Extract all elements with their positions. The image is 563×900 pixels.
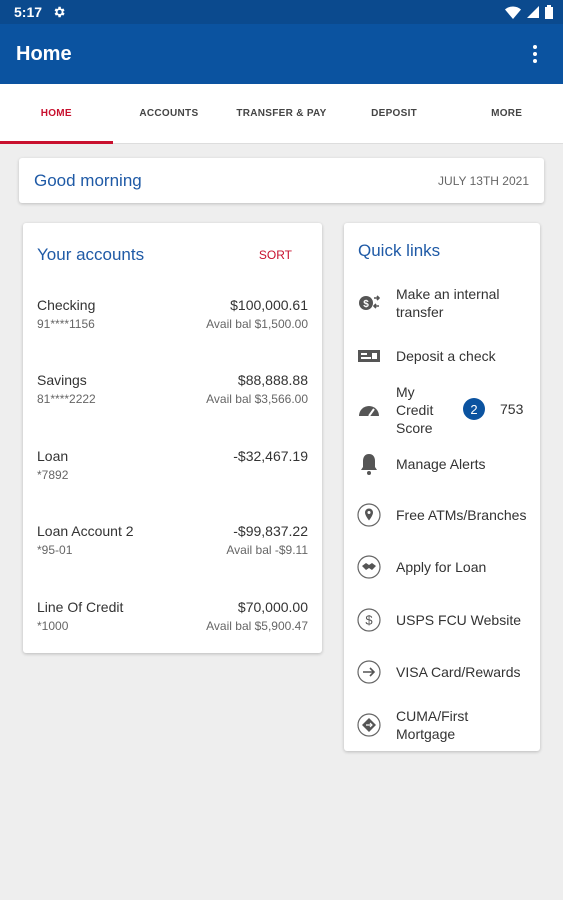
- account-number: *1000: [37, 619, 69, 633]
- accounts-title: Your accounts: [37, 245, 145, 264]
- quick-link-label: Free ATMs/Branches: [396, 507, 527, 523]
- greeting-card: Good morning JULY 13TH 2021: [19, 158, 544, 203]
- signal-icon: [527, 6, 539, 18]
- svg-text:$: $: [363, 299, 369, 310]
- account-number: 91****1156: [37, 317, 95, 331]
- transfer-icon: $: [356, 290, 382, 316]
- gauge-icon: [356, 397, 382, 423]
- account-name: Loan: [37, 448, 69, 464]
- account-row-line-of-credit[interactable]: Line Of Credit *1000 $70,000.00 Avail ba…: [37, 599, 308, 649]
- quick-link-atms-branches[interactable]: Free ATMs/Branches: [356, 502, 540, 528]
- tab-transfer-pay[interactable]: TRANSFER & PAY: [225, 84, 338, 143]
- quick-link-label: Apply for Loan: [396, 559, 487, 575]
- account-balance: $100,000.61: [230, 297, 308, 313]
- status-bar: 5:17: [0, 0, 563, 24]
- account-available-balance: Avail bal $3,566.00: [206, 392, 308, 406]
- account-name: Checking: [37, 297, 96, 313]
- quick-link-internal-transfer[interactable]: $ Make an internal transfer: [356, 285, 540, 321]
- account-number: *7892: [37, 468, 69, 482]
- wifi-icon: [505, 5, 521, 19]
- quick-links-title: Quick links: [358, 241, 441, 260]
- account-row-checking[interactable]: Checking 91****1156 $100,000.61 Avail ba…: [37, 297, 308, 347]
- account-available-balance: Avail bal -$9.11: [226, 543, 308, 557]
- quick-link-usps-fcu-website[interactable]: $ USPS FCU Website: [356, 607, 540, 633]
- account-row-savings[interactable]: Savings 81****2222 $88,888.88 Avail bal …: [37, 372, 308, 422]
- app-bar: Home: [0, 24, 563, 84]
- credit-score-badge: 2: [463, 398, 485, 420]
- quick-link-label: Manage Alerts: [396, 456, 486, 472]
- account-name: Line Of Credit: [37, 599, 124, 615]
- quick-link-label: VISA Card/Rewards: [396, 664, 521, 680]
- tab-more[interactable]: MORE: [450, 84, 563, 143]
- account-row-loan[interactable]: Loan *7892 -$32,467.19: [37, 448, 308, 498]
- credit-score-value: 753: [500, 401, 524, 417]
- account-row-loan-account-2[interactable]: Loan Account 2 *95-01 -$99,837.22 Avail …: [37, 523, 308, 573]
- tab-accounts[interactable]: ACCOUNTS: [113, 84, 226, 143]
- account-available-balance: Avail bal $1,500.00: [206, 317, 308, 331]
- account-available-balance: Avail bal $5,900.47: [206, 619, 308, 633]
- dollar-circle-icon: $: [356, 607, 382, 633]
- quick-link-cuma-mortgage[interactable]: CUMA/First Mortgage: [356, 707, 540, 743]
- quick-link-label: CUMA/First Mortgage: [396, 708, 469, 742]
- quick-link-label: USPS FCU Website: [396, 612, 521, 628]
- status-time: 5:17: [14, 4, 43, 20]
- quick-link-manage-alerts[interactable]: Manage Alerts: [356, 451, 540, 477]
- account-balance: -$32,467.19: [233, 448, 308, 464]
- quick-link-label: My Credit Score: [396, 384, 434, 436]
- account-number: *95-01: [37, 543, 73, 557]
- tab-home[interactable]: HOME: [0, 84, 113, 144]
- quick-link-apply-loan[interactable]: Apply for Loan: [356, 554, 540, 580]
- account-number: 81****2222: [37, 392, 96, 406]
- arrow-right-circle-icon: [356, 659, 382, 685]
- battery-icon: [545, 5, 553, 19]
- account-name: Savings: [37, 372, 87, 388]
- handshake-icon: [356, 554, 382, 580]
- quick-links-card: Quick links $ Make an internal transfer …: [344, 223, 540, 751]
- tab-bar: HOME ACCOUNTS TRANSFER & PAY DEPOSIT MOR…: [0, 84, 563, 144]
- overflow-menu-icon[interactable]: [523, 42, 547, 66]
- check-deposit-icon: [356, 343, 382, 369]
- mortgage-icon: [356, 712, 382, 738]
- page-title: Home: [16, 42, 72, 65]
- accounts-card: Your accounts SORT Checking 91****1156 $…: [23, 223, 322, 653]
- tab-deposit[interactable]: DEPOSIT: [338, 84, 451, 143]
- quick-link-deposit-check[interactable]: Deposit a check: [356, 343, 540, 369]
- sort-button[interactable]: SORT: [259, 248, 292, 262]
- account-balance: $70,000.00: [237, 599, 308, 615]
- svg-text:$: $: [365, 613, 373, 628]
- quick-link-visa-rewards[interactable]: VISA Card/Rewards: [356, 659, 540, 685]
- quick-link-label: Deposit a check: [396, 348, 496, 364]
- quick-link-label: Make an internal transfer: [396, 286, 500, 320]
- location-pin-icon: [356, 502, 382, 528]
- bell-icon: [356, 451, 382, 477]
- greeting-text: Good morning: [34, 170, 142, 190]
- account-name: Loan Account 2: [37, 523, 134, 539]
- greeting-date: JULY 13TH 2021: [438, 173, 529, 188]
- gear-icon: [52, 5, 66, 19]
- account-balance: $88,888.88: [237, 372, 308, 388]
- account-balance: -$99,837.22: [233, 523, 308, 539]
